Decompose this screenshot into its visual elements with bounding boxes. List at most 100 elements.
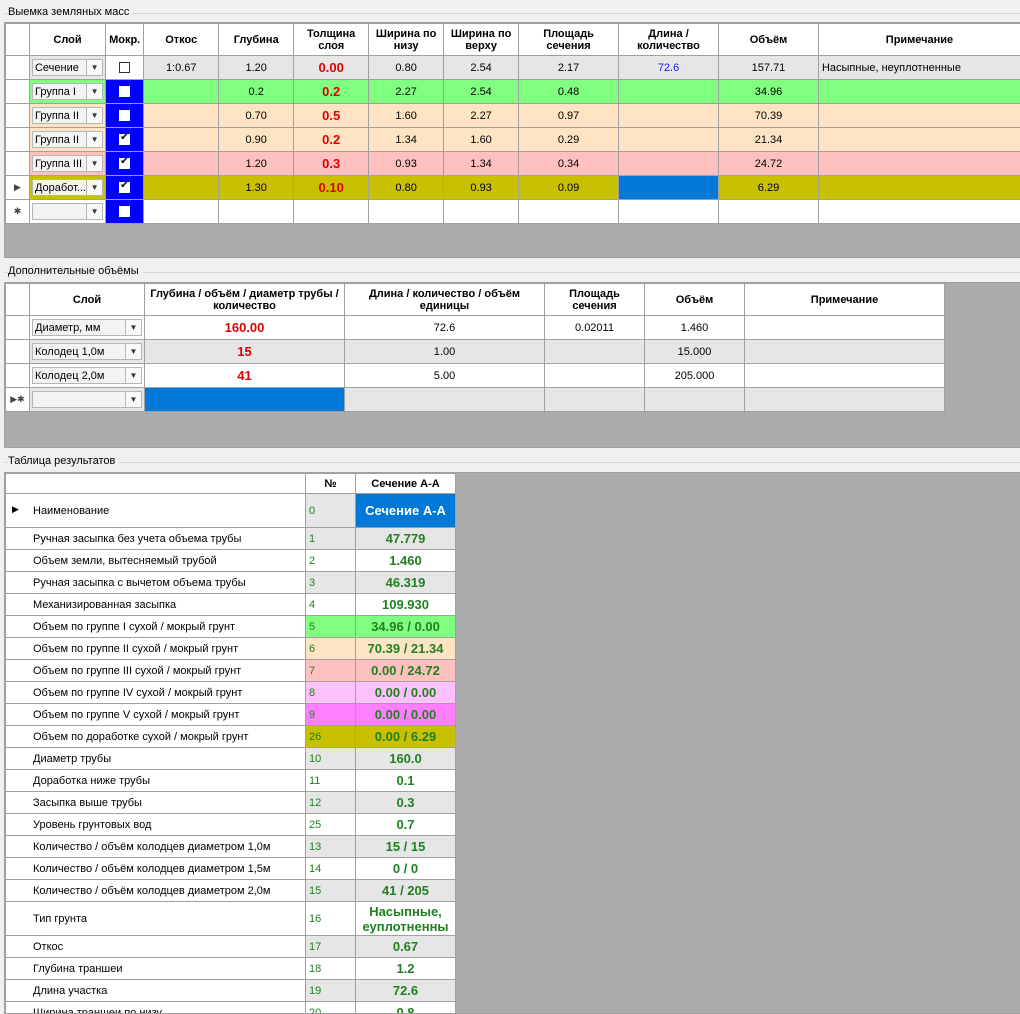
width-bottom-cell[interactable]: 0.80 bbox=[369, 56, 444, 80]
thickness-cell[interactable]: 0.5 bbox=[294, 104, 369, 128]
table-row[interactable]: Ручная засыпка с вычетом объема трубы346… bbox=[6, 572, 456, 594]
table-row[interactable]: Группа II▼0.900.21.341.600.2921.34 bbox=[6, 128, 1020, 152]
col-header-slope[interactable]: Откос bbox=[144, 24, 219, 56]
result-value-cell[interactable]: 15 / 15 bbox=[356, 836, 456, 858]
result-value-cell[interactable]: 46.319 bbox=[356, 572, 456, 594]
result-value-cell[interactable]: 47.779 bbox=[356, 528, 456, 550]
result-number-cell[interactable]: 6 bbox=[306, 638, 356, 660]
chevron-down-icon[interactable]: ▼ bbox=[125, 368, 141, 383]
table-row[interactable]: Доработка ниже трубы110.1 bbox=[6, 770, 456, 792]
col-header-width-bottom[interactable]: Ширина по низу bbox=[369, 24, 444, 56]
table-row[interactable]: Группа III▼1.200.30.931.340.3424.72 bbox=[6, 152, 1020, 176]
result-number-cell[interactable]: 3 bbox=[306, 572, 356, 594]
table-row[interactable]: Глубина траншеи181.2 bbox=[6, 958, 456, 980]
table-row[interactable]: Колодец 2,0м▼415.00205.000 bbox=[6, 364, 945, 388]
result-number-cell[interactable]: 8 bbox=[306, 682, 356, 704]
empty-cell[interactable] bbox=[519, 200, 619, 224]
col-header-note[interactable]: Примечание bbox=[745, 284, 945, 316]
chevron-down-icon[interactable]: ▼ bbox=[125, 344, 141, 359]
col-header-length[interactable]: Длина / количество bbox=[619, 24, 719, 56]
chevron-down-icon[interactable]: ▼ bbox=[125, 392, 141, 407]
table-row[interactable]: Количество / объём колодцев диаметром 1,… bbox=[6, 836, 456, 858]
extra-grid[interactable]: Слой Глубина / объём / диаметр трубы / к… bbox=[4, 282, 1020, 448]
table-row[interactable]: Объем по группе IV сухой / мокрый грунт8… bbox=[6, 682, 456, 704]
result-value-cell[interactable]: 160.0 bbox=[356, 748, 456, 770]
empty-cell[interactable] bbox=[345, 388, 545, 412]
empty-cell[interactable] bbox=[545, 388, 645, 412]
empty-cell[interactable] bbox=[219, 200, 294, 224]
thickness-cell[interactable]: 0.3 bbox=[294, 152, 369, 176]
result-value-cell[interactable]: 0.00 / 24.72 bbox=[356, 660, 456, 682]
slope-cell[interactable]: 1:0.67 bbox=[144, 56, 219, 80]
table-row[interactable]: Объем по группе III сухой / мокрый грунт… bbox=[6, 660, 456, 682]
chevron-down-icon[interactable]: ▼ bbox=[86, 60, 102, 75]
result-number-cell[interactable]: 17 bbox=[306, 936, 356, 958]
row-header[interactable] bbox=[6, 316, 30, 340]
note-cell[interactable] bbox=[745, 316, 945, 340]
result-number-cell[interactable]: 2 bbox=[306, 550, 356, 572]
length-cell[interactable] bbox=[619, 128, 719, 152]
layer-combo[interactable]: Колодец 1,0м▼ bbox=[32, 343, 142, 360]
empty-cell[interactable] bbox=[144, 200, 219, 224]
depth-cell[interactable]: 0.90 bbox=[219, 128, 294, 152]
volume-cell[interactable]: 70.39 bbox=[719, 104, 819, 128]
col-header-width-top[interactable]: Ширина по верху bbox=[444, 24, 519, 56]
table-row[interactable]: Сечение▼1:0.671.200.000.802.542.1772.615… bbox=[6, 56, 1020, 80]
chevron-down-icon[interactable]: ▼ bbox=[86, 108, 102, 123]
width-bottom-cell[interactable]: 0.80 bbox=[369, 176, 444, 200]
table-row[interactable]: Длина участка1972.6 bbox=[6, 980, 456, 1002]
volume-cell[interactable]: 24.72 bbox=[719, 152, 819, 176]
result-number-cell[interactable]: 11 bbox=[306, 770, 356, 792]
wet-checkbox[interactable] bbox=[119, 86, 130, 97]
table-row[interactable]: Ручная засыпка без учета объема трубы147… bbox=[6, 528, 456, 550]
volume-cell[interactable]: 34.96 bbox=[719, 80, 819, 104]
col-header-area[interactable]: Площадь сечения bbox=[545, 284, 645, 316]
note-cell[interactable] bbox=[818, 104, 1020, 128]
result-number-cell[interactable]: 15 bbox=[306, 880, 356, 902]
table-row[interactable]: Объем по группе II сухой / мокрый грунт6… bbox=[6, 638, 456, 660]
result-number-cell[interactable]: 16 bbox=[306, 902, 356, 936]
wet-cell[interactable] bbox=[106, 56, 144, 80]
width-top-cell[interactable]: 1.34 bbox=[444, 152, 519, 176]
depth-cell[interactable]: 1.30 bbox=[219, 176, 294, 200]
wet-cell[interactable] bbox=[106, 176, 144, 200]
slope-cell[interactable] bbox=[144, 104, 219, 128]
table-row[interactable]: Количество / объём колодцев диаметром 2,… bbox=[6, 880, 456, 902]
slope-cell[interactable] bbox=[144, 176, 219, 200]
table-row[interactable]: Объем по группе V сухой / мокрый грунт90… bbox=[6, 704, 456, 726]
col-header-section[interactable]: Сечение А-А bbox=[356, 474, 456, 494]
result-number-cell[interactable]: 14 bbox=[306, 858, 356, 880]
slope-cell[interactable] bbox=[144, 128, 219, 152]
result-value-cell[interactable]: Насыпные, еуплотненны bbox=[356, 902, 456, 936]
col-header-thickness[interactable]: Толщина слоя bbox=[294, 24, 369, 56]
col-header-area[interactable]: Площадь сечения bbox=[519, 24, 619, 56]
value2-cell[interactable]: 1.00 bbox=[345, 340, 545, 364]
table-row[interactable]: Объем по доработке сухой / мокрый грунт2… bbox=[6, 726, 456, 748]
width-top-cell[interactable]: 0.93 bbox=[444, 176, 519, 200]
wet-cell[interactable] bbox=[106, 104, 144, 128]
new-row[interactable]: ✱▼ bbox=[6, 200, 1020, 224]
new-row[interactable]: ▶✱▼ bbox=[6, 388, 945, 412]
chevron-down-icon[interactable]: ▼ bbox=[86, 84, 102, 99]
area-cell[interactable]: 0.48 bbox=[519, 80, 619, 104]
volume-cell[interactable]: 21.34 bbox=[719, 128, 819, 152]
wet-checkbox[interactable] bbox=[119, 206, 130, 217]
result-number-cell[interactable]: 5 bbox=[306, 616, 356, 638]
wet-cell[interactable] bbox=[106, 80, 144, 104]
result-value-cell[interactable]: 41 / 205 bbox=[356, 880, 456, 902]
note-cell[interactable]: Насыпные, неуплотненные bbox=[818, 56, 1020, 80]
layer-combo[interactable]: ▼ bbox=[32, 391, 142, 408]
width-bottom-cell[interactable]: 1.34 bbox=[369, 128, 444, 152]
result-number-cell[interactable]: 26 bbox=[306, 726, 356, 748]
width-top-cell[interactable]: 2.54 bbox=[444, 80, 519, 104]
area-cell[interactable] bbox=[545, 364, 645, 388]
width-bottom-cell[interactable]: 1.60 bbox=[369, 104, 444, 128]
chevron-down-icon[interactable]: ▼ bbox=[86, 204, 102, 219]
thickness-cell[interactable]: 0.00 bbox=[294, 56, 369, 80]
result-number-cell[interactable]: 9 bbox=[306, 704, 356, 726]
note-cell[interactable] bbox=[818, 152, 1020, 176]
area-cell[interactable]: 0.02011 bbox=[545, 316, 645, 340]
layer-combo[interactable]: ▼ bbox=[32, 203, 103, 220]
empty-cell[interactable] bbox=[369, 200, 444, 224]
result-number-cell[interactable]: 18 bbox=[306, 958, 356, 980]
